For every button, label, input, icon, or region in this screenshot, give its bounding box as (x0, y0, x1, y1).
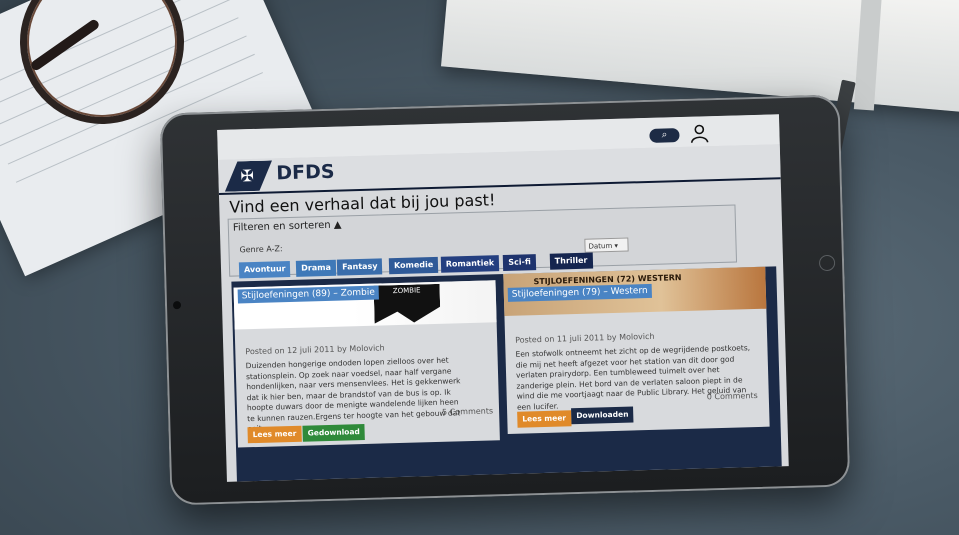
home-button[interactable] (818, 254, 836, 272)
genre-chip-thriller[interactable]: Thriller (549, 252, 593, 270)
user-icon[interactable] (690, 123, 709, 143)
search-button[interactable]: ⌕ (649, 128, 680, 143)
post-meta: Posted on 11 juli 2011 by Molovich (515, 331, 655, 345)
open-book (441, 0, 959, 114)
comments-link[interactable]: 0 Comments (707, 391, 758, 401)
comments-link[interactable]: 5 Comments (442, 406, 493, 416)
genre-chip-avontuur[interactable]: Avontuur (238, 260, 291, 279)
genre-chip-scifi[interactable]: Sci-fi (503, 254, 537, 272)
brand-name[interactable]: DFDS (276, 161, 335, 185)
camera-icon (172, 301, 182, 310)
post-meta: Posted on 12 juli 2011 by Molovich (245, 343, 385, 357)
genre-chip-romantiek[interactable]: Romantiek (440, 255, 500, 273)
post-excerpt: Duizenden hongerige ondoden lopen ziello… (245, 355, 461, 434)
genre-chip-drama[interactable]: Drama (296, 259, 337, 277)
tablet-device: ⌕ ✠ DFDS Vind een verhaal dat bij jou pa… (159, 94, 851, 506)
post-excerpt: Een stofwolk ontneemt het zicht op de we… (515, 343, 751, 412)
read-more-button[interactable]: Lees meer (517, 410, 572, 428)
genre-label: Genre A-Z: (239, 244, 283, 255)
zombie-banner: ZOMBIE (374, 284, 441, 324)
logo-flag: ✠ (224, 160, 273, 191)
download-button[interactable]: Gedownload (302, 423, 366, 442)
filter-toggle[interactable]: Filteren en sorteren ▲ (233, 220, 342, 234)
sort-select[interactable]: Datum ▾ (584, 237, 629, 253)
download-button[interactable]: Downloaden (571, 406, 634, 425)
genre-chip-komedie[interactable]: Komedie (388, 256, 439, 275)
read-more-button[interactable]: Lees meer (247, 425, 302, 444)
tablet-screen: ⌕ ✠ DFDS Vind een verhaal dat bij jou pa… (217, 114, 789, 482)
story-grid: ZOMBIE Stijloefeningen (89) – Zombie Pos… (231, 266, 782, 482)
story-card: ZOMBIE Stijloefeningen (89) – Zombie Pos… (233, 280, 500, 448)
story-card: STIJLOEFENINGEN (72) WESTERN Stijloefeni… (503, 266, 770, 434)
search-icon: ⌕ (661, 129, 668, 141)
genre-chip-fantasy[interactable]: Fantasy (336, 258, 383, 276)
